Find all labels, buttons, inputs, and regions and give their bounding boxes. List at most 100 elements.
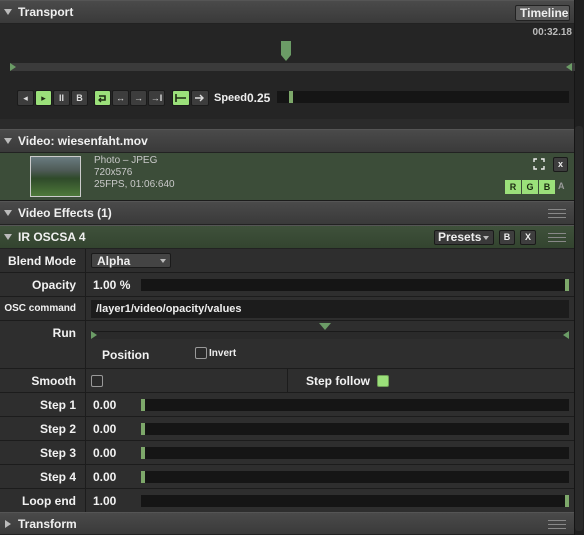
video-effects-title: Video Effects (1) xyxy=(18,206,112,220)
smooth-row: Smooth Step follow xyxy=(0,369,574,393)
step-3-row: Step 3 0.00 xyxy=(0,441,574,465)
step-1-slider-knob[interactable] xyxy=(141,399,145,411)
step-1-slider[interactable] xyxy=(141,399,569,411)
run-start-marker[interactable] xyxy=(91,331,97,339)
step-back-icon: ◂ xyxy=(23,93,28,103)
timecode-readout: 00:32.18 xyxy=(532,27,572,38)
run-end-marker[interactable] xyxy=(563,331,569,339)
transport-header[interactable]: Transport Timeline xyxy=(0,0,574,24)
invert-checkbox[interactable] xyxy=(195,347,207,359)
pause-button[interactable]: II xyxy=(53,90,70,106)
run-track[interactable] xyxy=(91,331,569,339)
once-stop-button[interactable]: →I xyxy=(148,90,165,106)
once-button[interactable]: → xyxy=(130,90,147,106)
step-3-value: 0.00 xyxy=(93,446,117,460)
video-thumbnail[interactable] xyxy=(30,156,81,197)
drag-handle-icon[interactable] xyxy=(548,233,566,243)
loop-end-slider[interactable] xyxy=(141,495,569,507)
effect-header[interactable]: IR OSCSA 4 Presets B X xyxy=(0,225,574,249)
video-type: Photo – JPEG xyxy=(94,155,158,166)
blend-mode-label: Blend Mode xyxy=(8,254,76,268)
b-button[interactable]: B xyxy=(71,90,88,106)
playhead-handle[interactable] xyxy=(280,41,292,61)
step-follow-checkbox[interactable] xyxy=(377,375,389,387)
scrollbar-thumb[interactable] xyxy=(575,126,583,531)
transform-header[interactable]: Transform xyxy=(0,512,574,535)
step-4-row: Step 4 0.00 xyxy=(0,465,574,489)
step-3-label: Step 3 xyxy=(39,446,76,460)
alpha-channel-toggle[interactable]: A xyxy=(558,181,565,191)
start-point-button[interactable] xyxy=(172,90,190,106)
invert-label: Invert xyxy=(209,348,237,359)
blend-mode-row: Blend Mode Alpha xyxy=(0,249,574,273)
effect-title: IR OSCSA 4 xyxy=(18,230,86,244)
timeline-end-marker[interactable] xyxy=(566,63,572,71)
step-1-row: Step 1 0.00 xyxy=(0,393,574,417)
step-3-slider[interactable] xyxy=(141,447,569,459)
once-stop-icon: →I xyxy=(150,93,163,103)
blue-channel-toggle[interactable]: B xyxy=(539,180,555,194)
osc-command-row: OSC command /layer1/video/opacity/values xyxy=(0,297,574,321)
step-4-label: Step 4 xyxy=(39,470,76,484)
video-effects-header[interactable]: Video Effects (1) xyxy=(0,201,574,225)
osc-command-label: OSC command xyxy=(4,303,76,314)
timeline-mode-select[interactable]: Timeline xyxy=(515,5,570,21)
blend-mode-select[interactable]: Alpha xyxy=(91,253,171,268)
effect-x-button[interactable]: X xyxy=(520,230,536,245)
speed-label: Speed xyxy=(214,92,248,104)
step-4-slider-knob[interactable] xyxy=(141,471,145,483)
chevron-down-icon xyxy=(483,236,489,240)
blend-mode-value: Alpha xyxy=(97,254,131,268)
drag-handle-icon[interactable] xyxy=(548,520,566,530)
green-channel-toggle[interactable]: G xyxy=(522,180,538,194)
expand-triangle-icon[interactable] xyxy=(5,520,11,528)
timeline-start-marker[interactable] xyxy=(10,63,16,71)
loop-end-slider-knob[interactable] xyxy=(565,495,569,507)
video-resolution: 720x576 xyxy=(94,167,133,178)
presets-label: Presets xyxy=(438,230,482,244)
collapse-triangle-icon[interactable] xyxy=(4,234,12,240)
chevron-down-icon xyxy=(160,259,166,263)
step-2-slider[interactable] xyxy=(141,423,569,435)
video-header[interactable]: Video: wiesenfaht.mov xyxy=(0,129,574,153)
close-video-button[interactable]: x xyxy=(553,157,568,172)
drag-handle-icon[interactable] xyxy=(548,209,566,219)
step-2-row: Step 2 0.00 xyxy=(0,417,574,441)
presets-dropdown[interactable]: Presets xyxy=(434,230,494,245)
play-button[interactable]: ▸ xyxy=(35,90,52,106)
step-2-slider-knob[interactable] xyxy=(141,423,145,435)
opacity-slider[interactable] xyxy=(141,279,569,291)
smooth-checkbox[interactable] xyxy=(91,375,103,387)
pause-icon: II xyxy=(58,93,64,103)
timeline-track[interactable] xyxy=(10,63,575,71)
bounce-icon: ↔ xyxy=(116,93,125,103)
speed-slider[interactable] xyxy=(277,91,569,103)
collapse-triangle-icon[interactable] xyxy=(4,138,12,144)
collapse-triangle-icon[interactable] xyxy=(4,9,12,15)
step-back-button[interactable]: ◂ xyxy=(17,90,34,106)
opacity-label: Opacity xyxy=(31,278,76,292)
fullscreen-icon[interactable] xyxy=(532,157,546,171)
loop-button[interactable] xyxy=(94,90,111,106)
once-icon: → xyxy=(134,93,143,103)
effect-b-button[interactable]: B xyxy=(499,230,515,245)
step-4-value: 0.00 xyxy=(93,470,117,484)
opacity-slider-knob[interactable] xyxy=(565,279,569,291)
end-point-button[interactable] xyxy=(191,90,209,106)
loop-end-label: Loop end xyxy=(22,494,76,508)
collapse-triangle-icon[interactable] xyxy=(4,210,12,216)
bounce-button[interactable]: ↔ xyxy=(112,90,129,106)
osc-command-input[interactable]: /layer1/video/opacity/values xyxy=(91,300,569,318)
red-channel-toggle[interactable]: R xyxy=(505,180,521,194)
step-follow-label: Step follow xyxy=(306,374,370,388)
step-3-slider-knob[interactable] xyxy=(141,447,145,459)
speed-slider-knob[interactable] xyxy=(289,91,293,103)
step-1-label: Step 1 xyxy=(39,398,76,412)
opacity-value: 1.00 % xyxy=(93,278,131,292)
close-icon: x xyxy=(557,159,563,169)
run-position-marker[interactable] xyxy=(319,323,331,330)
start-point-icon xyxy=(175,94,186,102)
column-divider xyxy=(287,369,288,393)
step-4-slider[interactable] xyxy=(141,471,569,483)
video-title: Video: wiesenfaht.mov xyxy=(18,134,148,148)
